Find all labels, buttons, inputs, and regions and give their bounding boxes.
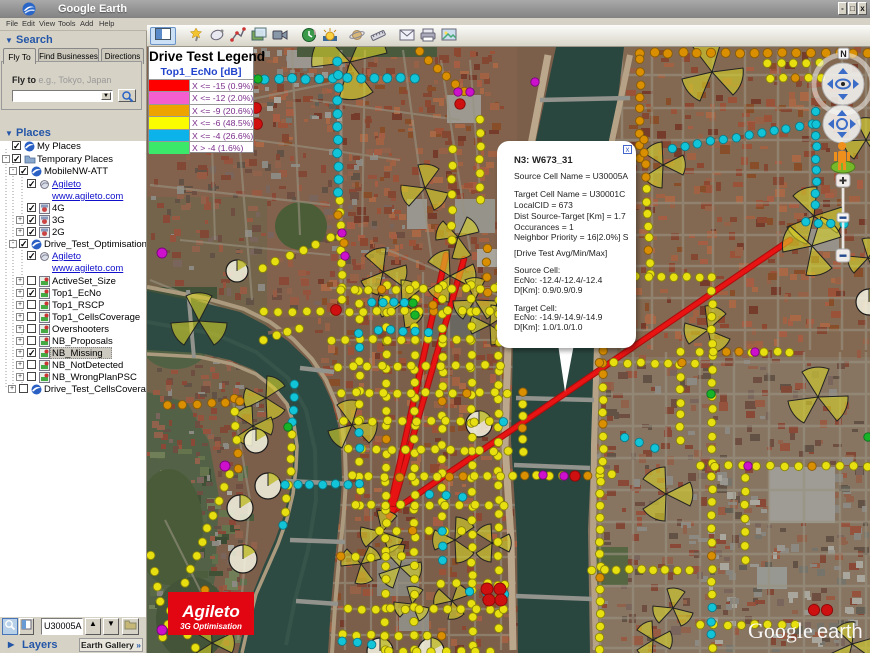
svg-text:3G Optimisation: 3G Optimisation — [180, 622, 242, 631]
svg-text:earth: earth — [817, 621, 863, 643]
svg-text:Agileto: Agileto — [181, 602, 240, 621]
svg-text:N: N — [840, 49, 847, 59]
svg-text:Google: Google — [748, 618, 813, 643]
